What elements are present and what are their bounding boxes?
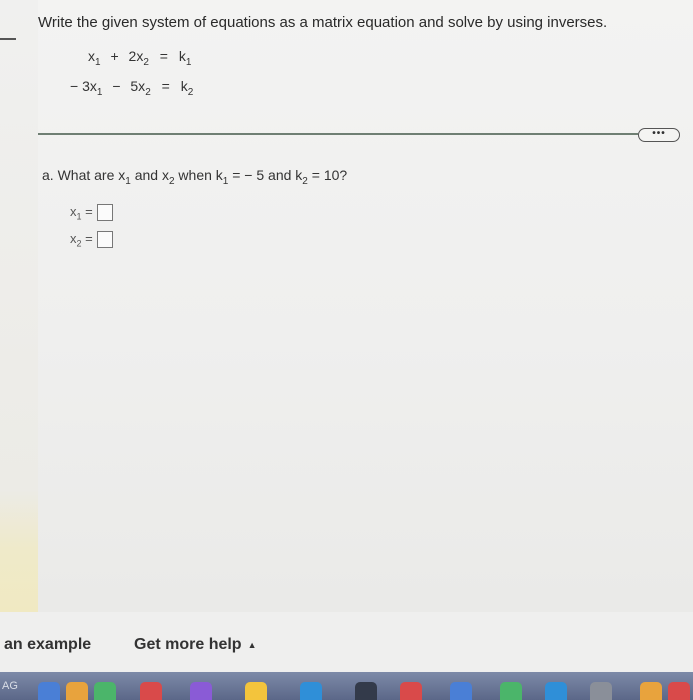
more-options-button[interactable]: ••• bbox=[638, 128, 680, 142]
left-panel-marker bbox=[0, 38, 16, 40]
tv-app-icon[interactable] bbox=[355, 682, 377, 700]
dock-app-icon[interactable] bbox=[94, 682, 116, 700]
caret-up-icon: ▲ bbox=[247, 639, 257, 650]
equation-1: x1 + 2x2 = k1 bbox=[88, 48, 192, 68]
footer-bar bbox=[0, 612, 693, 672]
dock-app-icon[interactable] bbox=[245, 682, 267, 700]
left-panel-strip bbox=[0, 0, 38, 612]
answer-input-x1[interactable] bbox=[97, 204, 114, 222]
dock-app-icon[interactable] bbox=[400, 682, 422, 700]
dock-app-icon[interactable] bbox=[140, 682, 162, 700]
section-divider bbox=[38, 133, 638, 135]
dock-app-icon[interactable] bbox=[640, 682, 662, 700]
dock-app-icon[interactable] bbox=[66, 682, 88, 700]
answer-row-x1: x1 = bbox=[70, 204, 114, 222]
dock-app-icon[interactable] bbox=[190, 682, 212, 700]
dock-app-icon[interactable] bbox=[450, 682, 472, 700]
dock-app-icon[interactable] bbox=[38, 682, 60, 700]
equation-2: − 3x1 − 5x2 = k2 bbox=[70, 78, 194, 98]
question-a: a. What are x1 and x2 when k1 = − 5 and … bbox=[42, 167, 348, 187]
dock-partial-label: AG bbox=[2, 680, 18, 692]
get-more-help-button[interactable]: Get more help ▲ bbox=[134, 636, 257, 654]
dock-app-icon[interactable] bbox=[500, 682, 522, 700]
answer-input-x2[interactable] bbox=[97, 231, 114, 249]
dock-app-icon[interactable] bbox=[590, 682, 612, 700]
get-more-help-label: Get more help bbox=[134, 636, 242, 653]
dock-app-icon[interactable] bbox=[300, 682, 322, 700]
problem-instructions: Write the given system of equations as a… bbox=[38, 14, 608, 31]
answer-row-x2: x2 = bbox=[70, 231, 114, 249]
app-store-icon[interactable] bbox=[545, 682, 567, 700]
dock-app-icon[interactable] bbox=[668, 682, 690, 700]
view-example-link[interactable]: an example bbox=[4, 636, 91, 654]
